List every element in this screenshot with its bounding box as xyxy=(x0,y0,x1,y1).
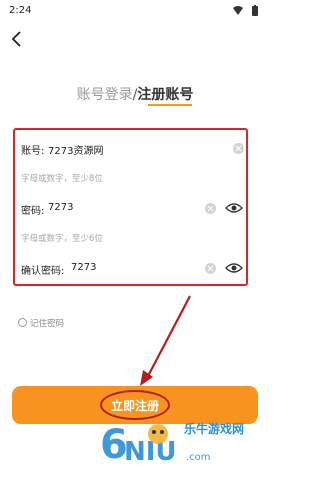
status-bar: 2:24 xyxy=(0,0,270,22)
back-arrow-icon xyxy=(11,31,21,47)
password-field[interactable]: 密码: 7273 xyxy=(21,196,245,220)
tab-register[interactable]: 注册账号 xyxy=(137,87,193,103)
tab-login[interactable]: 账号登录 xyxy=(77,87,133,103)
back-button[interactable] xyxy=(6,28,28,50)
confirm-value: 7273 xyxy=(71,262,97,273)
confirm-label: 确认密码: xyxy=(21,266,65,277)
battery-icon xyxy=(252,6,258,16)
remember-label: 记住密码 xyxy=(30,319,65,329)
register-form: 账号: 7273资源网 字母或数字，至少8位 密码: 7273 字母或数字，至少… xyxy=(13,128,248,286)
account-hint: 字母或数字，至少8位 xyxy=(21,174,103,184)
svg-text:NIU: NIU xyxy=(124,437,177,467)
status-icons xyxy=(233,5,258,16)
password-hint: 字母或数字，至少6位 xyxy=(21,234,103,244)
watermark-logo: 6 NIU .com xyxy=(100,422,211,468)
account-field[interactable]: 账号: 7273资源网 xyxy=(21,136,245,160)
status-time: 2:24 xyxy=(9,5,32,16)
eye-icon[interactable] xyxy=(225,202,243,214)
clear-icon[interactable] xyxy=(205,263,216,274)
password-value: 7273 xyxy=(48,202,74,213)
wifi-icon xyxy=(233,6,243,15)
page-title: 账号登录/注册账号 xyxy=(0,84,270,104)
clear-icon[interactable] xyxy=(233,143,244,154)
remember-radio[interactable] xyxy=(18,318,27,327)
svg-text:.com: .com xyxy=(186,452,211,463)
account-label: 账号: xyxy=(21,146,45,157)
password-label: 密码: xyxy=(21,206,45,217)
eye-icon[interactable] xyxy=(225,262,243,274)
clear-icon[interactable] xyxy=(205,203,216,214)
watermark-text: 乐牛游戏网 xyxy=(184,422,245,436)
confirm-password-field[interactable]: 确认密码: 7273 xyxy=(21,256,245,280)
account-value: 7273资源网 xyxy=(48,146,104,157)
active-tab-underline xyxy=(148,104,192,106)
